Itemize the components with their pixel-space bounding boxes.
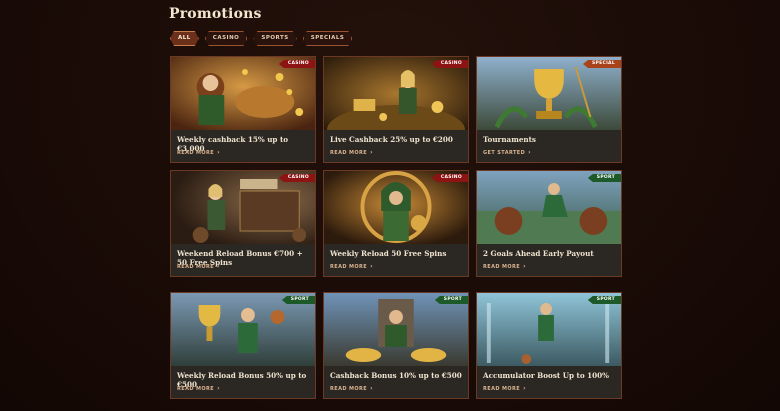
- page-title: Promotions: [169, 6, 262, 22]
- chevron-right-icon: ›: [370, 385, 373, 392]
- get-started-link[interactable]: GET STARTED ›: [483, 149, 531, 156]
- promo-card[interactable]: CASINO Weekly Reload 50 Free Spins READ …: [323, 170, 469, 277]
- promotions-page: Promotions ALL CASINO SPORTS SPECIALS CA…: [0, 0, 780, 411]
- cta-label: READ MORE: [177, 386, 215, 392]
- promo-card[interactable]: SPORT Weekly Reload Bonus 50% up to €500…: [170, 292, 316, 399]
- cta-label: READ MORE: [177, 264, 215, 270]
- chevron-right-icon: ›: [370, 149, 373, 156]
- filter-tab-casino[interactable]: CASINO: [205, 31, 248, 46]
- category-badge: SPECIAL: [582, 60, 621, 68]
- promo-card[interactable]: CASINO Live Cashback 25% up to €200 READ…: [323, 56, 469, 163]
- read-more-link[interactable]: READ MORE ›: [330, 149, 373, 156]
- promo-card[interactable]: CASINO Weekly cashback 15% up to €3,000 …: [170, 56, 316, 163]
- read-more-link[interactable]: READ MORE ›: [177, 263, 220, 270]
- read-more-link[interactable]: READ MORE ›: [330, 263, 373, 270]
- cta-label: READ MORE: [330, 386, 368, 392]
- read-more-link[interactable]: READ MORE ›: [483, 385, 526, 392]
- promo-title: Live Cashback 25% up to €200: [330, 135, 453, 144]
- promo-card[interactable]: CASINO Weekend Reload Bonus €700 + 50 Fr…: [170, 170, 316, 277]
- chevron-right-icon: ›: [528, 149, 532, 156]
- category-badge: CASINO: [278, 174, 315, 182]
- category-badge: SPORT: [587, 296, 621, 304]
- promo-card[interactable]: SPORT Cashback Bonus 10% up to €500 READ…: [323, 292, 469, 399]
- cta-label: READ MORE: [330, 264, 368, 270]
- filter-tab-specials[interactable]: SPECIALS: [303, 31, 353, 46]
- category-badge: SPORT: [281, 296, 315, 304]
- promo-card[interactable]: SPORT Accumulator Boost Up to 100% READ …: [476, 292, 622, 399]
- cta-label: READ MORE: [177, 150, 215, 156]
- promo-title: Cashback Bonus 10% up to €500: [330, 371, 462, 380]
- category-badge: SPORT: [434, 296, 468, 304]
- chevron-right-icon: ›: [217, 385, 220, 392]
- read-more-link[interactable]: READ MORE ›: [483, 263, 526, 270]
- category-badge: CASINO: [431, 60, 468, 68]
- promotions-grid: CASINO Weekly cashback 15% up to €3,000 …: [170, 56, 622, 411]
- chevron-right-icon: ›: [523, 263, 526, 270]
- filter-tab-all[interactable]: ALL: [170, 31, 199, 46]
- promo-title: Accumulator Boost Up to 100%: [483, 371, 609, 380]
- promo-title: Tournaments: [483, 135, 536, 144]
- chevron-right-icon: ›: [217, 263, 220, 270]
- cta-label: READ MORE: [483, 264, 521, 270]
- read-more-link[interactable]: READ MORE ›: [330, 385, 373, 392]
- category-badge: CASINO: [431, 174, 468, 182]
- promo-title: Weekly Reload 50 Free Spins: [330, 249, 447, 258]
- filter-tabs: ALL CASINO SPORTS SPECIALS: [170, 31, 352, 46]
- read-more-link[interactable]: READ MORE ›: [177, 149, 220, 156]
- promo-title: 2 Goals Ahead Early Payout: [483, 249, 594, 258]
- cta-label: READ MORE: [483, 386, 521, 392]
- promo-card[interactable]: SPECIAL Tournaments GET STARTED ›: [476, 56, 622, 163]
- category-badge: SPORT: [587, 174, 621, 182]
- category-badge: CASINO: [278, 60, 315, 68]
- promo-card[interactable]: SPORT 2 Goals Ahead Early Payout READ MO…: [476, 170, 622, 277]
- cta-label: READ MORE: [330, 150, 368, 156]
- chevron-right-icon: ›: [370, 263, 373, 270]
- read-more-link[interactable]: READ MORE ›: [177, 385, 220, 392]
- cta-label: GET STARTED: [483, 150, 526, 156]
- chevron-right-icon: ›: [217, 149, 220, 156]
- filter-tab-sports[interactable]: SPORTS: [253, 31, 296, 46]
- chevron-right-icon: ›: [523, 385, 526, 392]
